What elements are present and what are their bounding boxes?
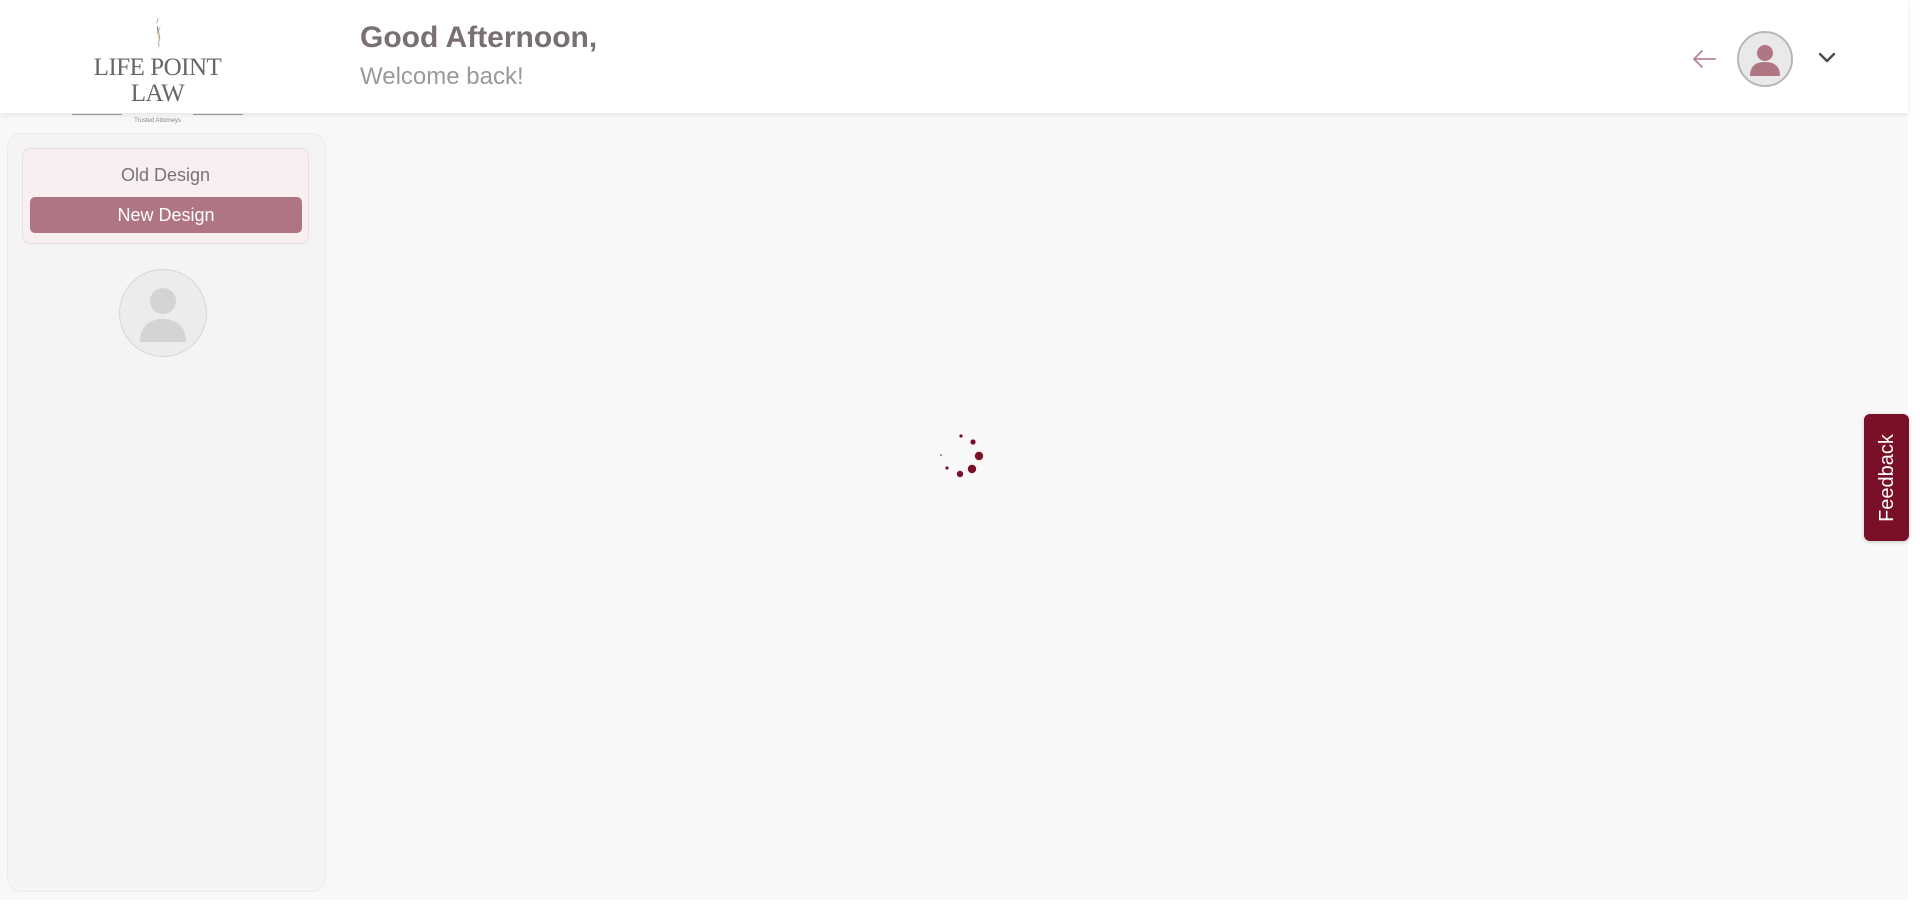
logo-divider: Trusted Attorneys bbox=[70, 109, 245, 124]
chevron-down-icon[interactable] bbox=[1815, 46, 1839, 70]
design-switch: Old Design New Design bbox=[22, 148, 309, 244]
user-avatar-icon bbox=[1750, 45, 1780, 76]
logo-name: LIFE POINT LAW bbox=[93, 54, 222, 107]
flame-logo-icon bbox=[155, 17, 161, 51]
new-design-option[interactable]: New Design bbox=[30, 197, 302, 233]
greeting-title: Good Afternoon, bbox=[360, 21, 598, 54]
arrow-left-icon[interactable] bbox=[1690, 44, 1718, 74]
user-avatar-icon bbox=[140, 288, 186, 342]
feedback-button[interactable]: Feedback bbox=[1864, 414, 1909, 541]
greeting-subtitle: Welcome back! bbox=[360, 63, 524, 90]
sidebar: Old Design New Design bbox=[7, 133, 326, 892]
logo-tagline: Trusted Attorneys bbox=[134, 118, 181, 124]
page: LIFE POINT LAW Trusted Attorneys Good Af… bbox=[0, 0, 1920, 912]
user-avatar-button[interactable] bbox=[1737, 31, 1793, 87]
spinner-icon bbox=[935, 430, 985, 480]
sidebar-avatar[interactable] bbox=[119, 269, 207, 357]
old-design-option[interactable]: Old Design bbox=[23, 163, 308, 187]
app-shell: LIFE POINT LAW Trusted Attorneys Good Af… bbox=[0, 0, 1908, 900]
company-logo[interactable]: LIFE POINT LAW Trusted Attorneys bbox=[70, 15, 245, 124]
top-header: LIFE POINT LAW Trusted Attorneys Good Af… bbox=[0, 0, 1908, 124]
greeting: Good Afternoon, Welcome back! bbox=[360, 20, 597, 94]
feedback-label: Feedback bbox=[1875, 433, 1898, 522]
